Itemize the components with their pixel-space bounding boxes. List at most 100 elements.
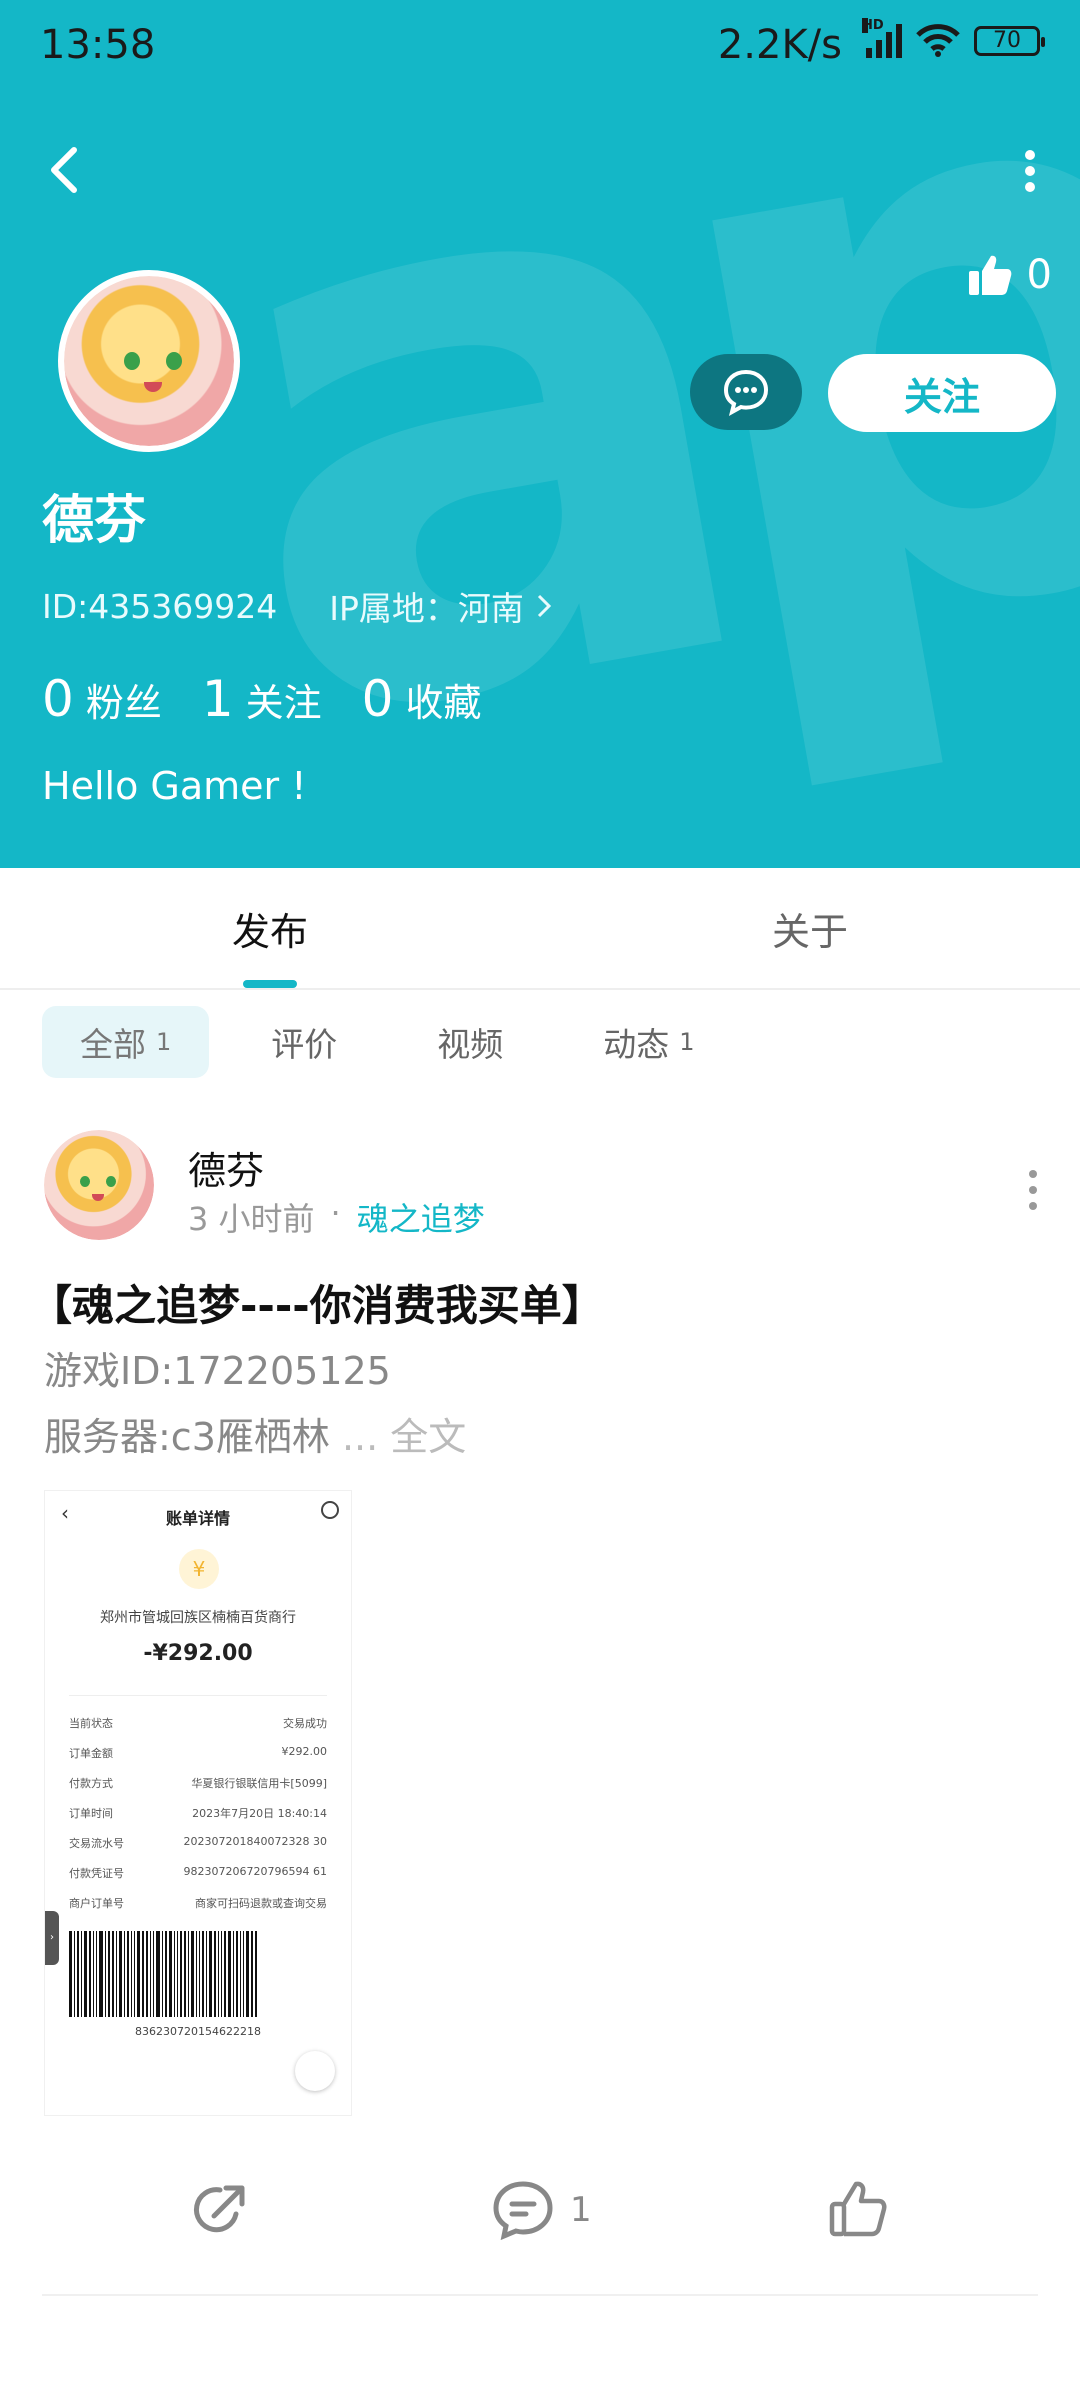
post-server-text: 服务器:c3雁栖林: [44, 1415, 330, 1459]
receipt-divider: [69, 1695, 327, 1696]
filter-all-count: 1: [156, 1028, 172, 1056]
post-more-button[interactable]: [1026, 1170, 1040, 1218]
filter-reviews-label: 评价: [271, 1025, 338, 1064]
status-bar: 13:58 2.2K/s HD 70: [0, 0, 1080, 90]
profile-stats: 0 粉丝 1 关注 0 收藏: [42, 670, 481, 728]
filter-all-label: 全部: [80, 1025, 146, 1064]
receipt-row-value: 商家可扫码退款或查询交易: [195, 1897, 327, 1910]
receipt-row-value: 2023年7月20日 18:40:14: [192, 1807, 327, 1820]
profile-like-button[interactable]: 0: [967, 252, 1052, 298]
post-meta: 3 小时前 · 魂之追梦: [188, 1194, 485, 1240]
tab-about[interactable]: 关于: [540, 868, 1080, 988]
receipt-row-value: 202307201840072328 30: [183, 1835, 327, 1848]
stat-fans[interactable]: 0 粉丝: [42, 670, 162, 728]
tab-about-label: 关于: [771, 909, 848, 954]
post-actions: 1: [0, 2180, 1080, 2280]
image-side-handle[interactable]: ›: [45, 1911, 59, 1965]
receipt-amount: -¥292.00: [143, 1641, 253, 1666]
hd-label: HD: [862, 18, 884, 33]
receipt-row-value: 982307206720796594 61: [183, 1865, 327, 1878]
receipt-row: 付款凭证号 982307206720796594 61: [69, 1865, 327, 1881]
receipt-row-label: 付款凭证号: [69, 1867, 124, 1880]
profile-ids: ID:435369924 IP属地：河南: [42, 582, 552, 630]
wifi-icon: [916, 24, 960, 57]
receipt-row: 付款方式 华夏银行银联信用卡[5099]: [69, 1775, 327, 1791]
network-speed: 2.2K/s: [717, 22, 842, 68]
active-tab-indicator: [243, 980, 297, 988]
main-tabs: 发布 关于: [0, 868, 1080, 990]
filter-all[interactable]: 全部 1: [42, 1006, 210, 1078]
stat-following[interactable]: 1 关注: [202, 670, 322, 728]
post-body-line1: 游戏ID:172205125: [44, 1349, 391, 1393]
chat-bubble-icon: [723, 369, 769, 416]
post-body-line2: 服务器:c3雁栖林 ... 全文: [44, 1406, 466, 1461]
receipt-barcode: [69, 1931, 329, 2017]
status-time: 13:58: [40, 22, 156, 68]
filter-reviews[interactable]: 评价: [233, 1006, 375, 1078]
follow-button[interactable]: 关注: [828, 354, 1056, 432]
message-button[interactable]: [690, 354, 802, 430]
read-more-link[interactable]: ... 全文: [342, 1415, 466, 1459]
tab-posts-label: 发布: [231, 909, 308, 954]
receipt-row-label: 商户订单号: [69, 1897, 124, 1910]
more-options-button[interactable]: [1020, 150, 1040, 194]
receipt-row: 交易流水号 202307201840072328 30: [69, 1835, 327, 1851]
receipt-yuan-icon: ¥: [179, 1549, 219, 1589]
receipt-row-label: 付款方式: [69, 1777, 113, 1790]
filter-moments-count: 1: [679, 1028, 695, 1056]
filter-videos-label: 视频: [437, 1025, 504, 1064]
thumbs-up-icon: [968, 255, 1011, 295]
thumbs-up-icon: [829, 2181, 887, 2237]
receipt-row: 订单时间 2023年7月20日 18:40:14: [69, 1805, 327, 1821]
receipt-row: 订单金额 ¥292.00: [69, 1745, 327, 1761]
back-arrow-icon: [51, 147, 77, 193]
tab-posts[interactable]: 发布: [0, 868, 540, 988]
filter-moments[interactable]: 动态 1: [565, 1006, 732, 1078]
ip-location-link[interactable]: IP属地：河南: [329, 582, 552, 630]
post-time: 3 小时前: [188, 1200, 315, 1238]
receipt-row-label: 订单金额: [69, 1747, 113, 1760]
comment-count: 1: [570, 2190, 592, 2230]
signal-icon: HD: [862, 18, 902, 58]
following-count: 1: [201, 670, 234, 728]
receipt-row-label: 订单时间: [69, 1807, 113, 1820]
receipt-row: 商户订单号 商家可扫码退款或查询交易: [69, 1895, 327, 1911]
meta-separator: ·: [330, 1194, 341, 1232]
chevron-right-icon: [537, 594, 551, 618]
comment-icon: [493, 2181, 553, 2240]
scan-icon: [295, 2051, 335, 2091]
receipt-row-label: 当前状态: [69, 1717, 113, 1730]
post-divider: [42, 2294, 1038, 2296]
favorites-label: 收藏: [405, 681, 482, 725]
post-group-link[interactable]: 魂之追梦: [357, 1194, 485, 1240]
profile-like-count: 0: [1026, 252, 1052, 298]
status-icons: HD 70: [862, 18, 1045, 58]
fans-label: 粉丝: [85, 681, 162, 725]
post-filter-tabs: 全部 1 评价 视频 动态 1: [42, 1006, 733, 1078]
stat-favorites[interactable]: 0 收藏: [362, 670, 482, 728]
receipt-row-value: 华夏银行银联信用卡[5099]: [191, 1777, 327, 1790]
post-title[interactable]: 【魂之追梦----你消费我买单】: [30, 1272, 604, 1333]
following-label: 关注: [245, 681, 322, 725]
user-id: ID:435369924: [42, 586, 278, 626]
profile-bio: Hello Gamer !: [42, 764, 307, 808]
post-author-name[interactable]: 德芬: [188, 1140, 264, 1195]
post-author-avatar[interactable]: [44, 1130, 154, 1240]
profile-name: 德芬: [42, 491, 147, 551]
receipt-merchant: 郑州市管城回族区楠楠百货商行: [100, 1610, 296, 1626]
receipt-title: 账单详情: [165, 1509, 230, 1528]
profile-avatar[interactable]: [58, 270, 240, 452]
share-button[interactable]: [190, 2180, 250, 2240]
receipt-barcode-number: 836230720154622218: [135, 2025, 261, 2038]
post-image-receipt[interactable]: ‹ 账单详情 ¥ 郑州市管城回族区楠楠百货商行 -¥292.00 当前状态 交易成…: [44, 1490, 352, 2116]
like-button[interactable]: [828, 2180, 888, 2238]
back-button[interactable]: [40, 140, 90, 200]
filter-videos[interactable]: 视频: [399, 1006, 541, 1078]
receipt-row-label: 交易流水号: [69, 1837, 124, 1850]
ip-location: IP属地：河南: [329, 589, 524, 628]
receipt-row-value: ¥292.00: [281, 1745, 328, 1758]
receipt-service-icon: [321, 1501, 339, 1519]
comment-button[interactable]: 1: [492, 2180, 592, 2240]
filter-moments-label: 动态: [603, 1025, 670, 1064]
battery-icon: 70: [974, 26, 1045, 56]
